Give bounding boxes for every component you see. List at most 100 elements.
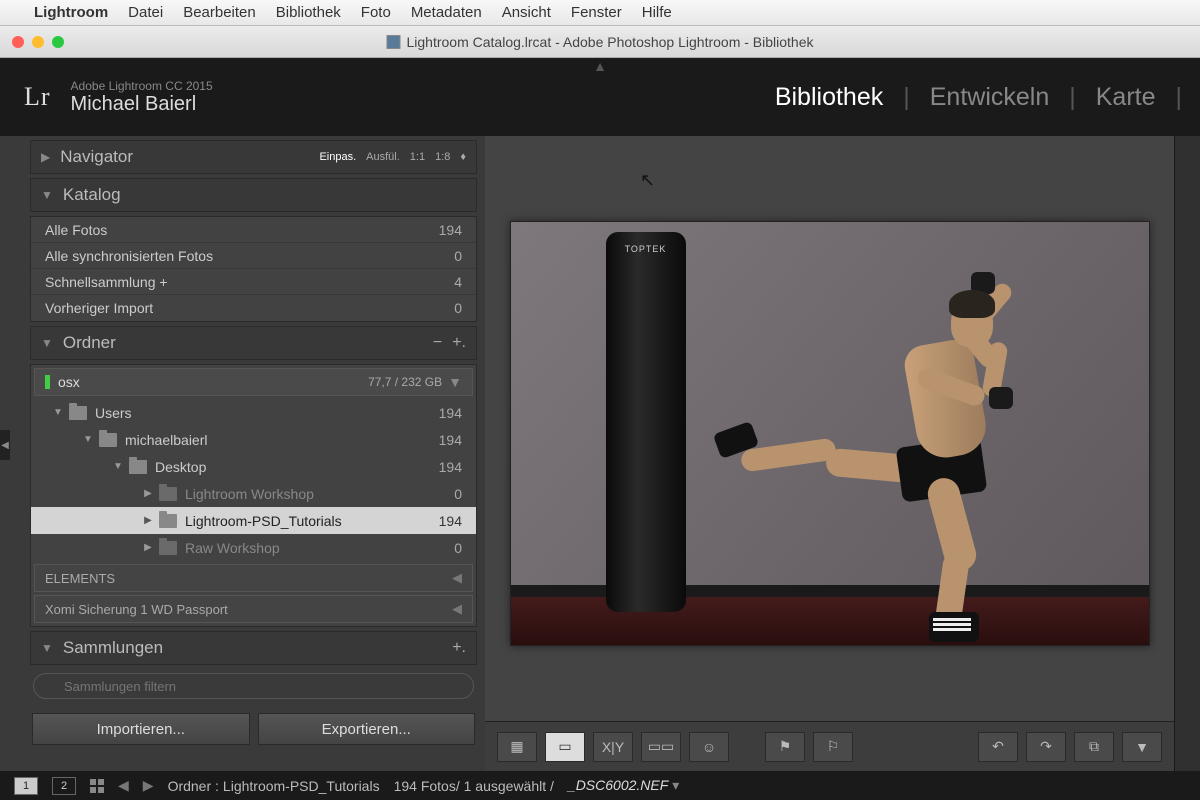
status-filename[interactable]: _DSC6002.NEF▾ (568, 777, 679, 794)
drive-passport[interactable]: Xomi Sicherung 1 WD Passport◀ (34, 595, 473, 623)
disclosure-down-icon[interactable]: ▼ (41, 641, 53, 655)
module-karte[interactable]: Karte (1096, 83, 1156, 112)
export-button[interactable]: Exportieren... (258, 713, 476, 745)
nav-forward-icon[interactable]: ▶ (143, 777, 154, 794)
menu-hilfe[interactable]: Hilfe (642, 4, 672, 21)
grid-view-button[interactable]: ▦ (497, 732, 537, 762)
volume-row[interactable]: osx 77,7 / 232 GB ▼ (34, 368, 473, 396)
folder-icon (69, 406, 87, 420)
folder-row[interactable]: ▶Lightroom Workshop0 (31, 480, 476, 507)
survey-view-button[interactable]: ▭▭ (641, 732, 681, 762)
disclosure-right-icon[interactable]: ▶ (141, 542, 155, 553)
rotate-cw-button[interactable]: ↷ (1026, 732, 1066, 762)
disclosure-right-icon[interactable]: ▶ (41, 150, 50, 164)
disclosure-right-icon[interactable]: ▶ (141, 488, 155, 499)
zoom-icon[interactable] (52, 36, 64, 48)
volume-dropdown-icon[interactable]: ▼ (448, 374, 462, 390)
status-path[interactable]: Lightroom-PSD_Tutorials (223, 778, 380, 794)
left-panel: ▶ Navigator Einpas. Ausfül. 1:1 1:8 ♦ ▼ … (0, 136, 485, 771)
folders-body: osx 77,7 / 232 GB ▼ ▼Users194▼michaelbai… (30, 364, 477, 627)
drive-elements[interactable]: ELEMENTS◀ (34, 564, 473, 592)
collection-add-icon[interactable]: +. (452, 639, 466, 657)
import-button[interactable]: Importieren... (32, 713, 250, 745)
folder-row[interactable]: ▼michaelbaierl194 (31, 426, 476, 453)
module-entwickeln[interactable]: Entwickeln (930, 83, 1050, 112)
disclosure-down-icon[interactable]: ▼ (81, 434, 95, 445)
grid-icon[interactable] (90, 779, 104, 793)
impromptu-slideshow-button[interactable]: ⧉ (1074, 732, 1114, 762)
nav-ratio-dropdown-icon[interactable]: ♦ (460, 151, 466, 163)
flag-pick-button[interactable]: ⚑ (765, 732, 805, 762)
chevron-left-icon: ◀ (452, 570, 462, 586)
menu-fenster[interactable]: Fenster (571, 4, 622, 21)
people-view-button[interactable]: ☺ (689, 732, 729, 762)
mac-menu-bar: Lightroom Datei Bearbeiten Bibliothek Fo… (0, 0, 1200, 26)
folder-row[interactable]: ▶Lightroom-PSD_Tutorials194 (31, 507, 476, 534)
boxer-figure (771, 252, 1101, 622)
loupe-view-button[interactable]: ▭ (545, 732, 585, 762)
panel-collapse-top-icon[interactable]: ▲ (593, 58, 607, 74)
folder-row[interactable]: ▼Desktop194 (31, 453, 476, 480)
identity-plate[interactable]: Michael Baierl (71, 93, 213, 116)
loupe-toolbar: ▦ ▭ X|Y ▭▭ ☺ ⚑ ⚐ ↶ ↷ ⧉ ▼ (485, 721, 1174, 771)
catalog-row-previous-import[interactable]: Vorheriger Import0 (31, 295, 476, 321)
filmstrip-status-bar: 1 2 ◀ ▶ Ordner : Lightroom-PSD_Tutorials… (0, 771, 1200, 800)
folder-icon (99, 433, 117, 447)
window-title: Lightroom Catalog.lrcat - Adobe Photosho… (386, 34, 813, 50)
folder-remove-icon[interactable]: − (433, 334, 442, 352)
catalog-row-synced[interactable]: Alle synchronisierten Fotos0 (31, 243, 476, 269)
product-name: Adobe Lightroom CC 2015 (71, 79, 213, 93)
close-icon[interactable] (12, 36, 24, 48)
compare-view-button[interactable]: X|Y (593, 732, 633, 762)
disclosure-down-icon[interactable]: ▼ (111, 461, 125, 472)
monitor-1-button[interactable]: 1 (14, 777, 38, 795)
monitor-2-button[interactable]: 2 (52, 777, 76, 795)
folder-row[interactable]: ▼Users194 (31, 399, 476, 426)
folder-icon (129, 460, 147, 474)
toolbar-menu-icon[interactable]: ▼ (1122, 732, 1162, 762)
menu-datei[interactable]: Datei (128, 4, 163, 21)
nav-back-icon[interactable]: ◀ (118, 777, 129, 794)
lightroom-logo: Lr (24, 82, 51, 112)
menu-foto[interactable]: Foto (361, 4, 391, 21)
folder-add-icon[interactable]: +. (452, 334, 466, 352)
nav-fill[interactable]: Ausfül. (366, 151, 400, 163)
flag-reject-button[interactable]: ⚐ (813, 732, 853, 762)
navigator-header[interactable]: ▶ Navigator Einpas. Ausfül. 1:1 1:8 ♦ (30, 140, 477, 174)
chevron-left-icon: ◀ (452, 601, 462, 617)
rotate-ccw-button[interactable]: ↶ (978, 732, 1018, 762)
nav-1-1[interactable]: 1:1 (410, 151, 425, 163)
disclosure-down-icon[interactable]: ▼ (41, 188, 53, 202)
menu-ansicht[interactable]: Ansicht (502, 4, 551, 21)
module-bibliothek[interactable]: Bibliothek (775, 83, 883, 112)
catalog-file-icon (386, 35, 400, 49)
folder-icon (159, 487, 177, 501)
disclosure-down-icon[interactable]: ▼ (51, 407, 65, 418)
menu-app-name[interactable]: Lightroom (34, 4, 108, 21)
menu-metadaten[interactable]: Metadaten (411, 4, 482, 21)
disclosure-down-icon[interactable]: ▼ (41, 336, 53, 350)
collections-search-input[interactable] (33, 673, 474, 699)
punching-bag: TOPTEK (606, 232, 686, 612)
window-titlebar: Lightroom Catalog.lrcat - Adobe Photosho… (0, 26, 1200, 58)
folders-header[interactable]: ▼ Ordner −+. (30, 326, 477, 360)
volume-status-icon (45, 375, 50, 389)
catalog-row-all[interactable]: Alle Fotos194 (31, 217, 476, 243)
status-count: 194 Fotos/ 1 ausgewählt / (394, 778, 554, 794)
menu-bibliothek[interactable]: Bibliothek (276, 4, 341, 21)
nav-ratio[interactable]: 1:8 (435, 151, 450, 163)
catalog-header[interactable]: ▼ Katalog (30, 178, 477, 212)
lightroom-header: ▲ Lr Adobe Lightroom CC 2015 Michael Bai… (0, 58, 1200, 136)
right-panel-collapsed[interactable] (1174, 136, 1200, 771)
catalog-row-quick[interactable]: Schnellsammlung +4 (31, 269, 476, 295)
menu-bearbeiten[interactable]: Bearbeiten (183, 4, 256, 21)
photo-preview[interactable]: TOPTEK (510, 221, 1150, 646)
minimize-icon[interactable] (32, 36, 44, 48)
disclosure-right-icon[interactable]: ▶ (141, 515, 155, 526)
nav-fit[interactable]: Einpas. (319, 151, 356, 163)
folder-icon (159, 514, 177, 528)
panel-collapse-left-icon[interactable]: ◀ (0, 430, 10, 460)
folder-row[interactable]: ▶Raw Workshop0 (31, 534, 476, 561)
collections-header[interactable]: ▼ Sammlungen +. (30, 631, 477, 665)
center-panel: TOPTEK ▦ ▭ X|Y ▭▭ ☺ ⚑ ⚐ ↶ (485, 136, 1174, 771)
